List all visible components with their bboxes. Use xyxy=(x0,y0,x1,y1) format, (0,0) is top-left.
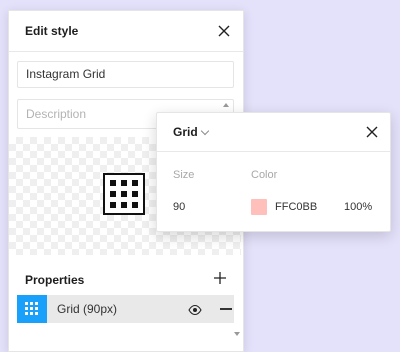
close-popover-button[interactable] xyxy=(364,124,380,140)
close-icon xyxy=(366,126,378,138)
chevron-down-icon[interactable] xyxy=(200,126,210,136)
size-label: Size xyxy=(173,169,195,181)
grid-property-label: Grid (90px) xyxy=(57,302,118,316)
grid-type-dropdown[interactable]: Grid xyxy=(173,125,198,139)
popover-header: Grid xyxy=(157,113,390,152)
eye-icon xyxy=(188,304,202,316)
properties-header: Properties xyxy=(9,263,241,293)
scroll-up-arrow-icon[interactable] xyxy=(223,103,229,107)
toggle-visibility-button[interactable] xyxy=(188,303,202,316)
close-icon xyxy=(218,25,230,37)
panel-title: Edit style xyxy=(25,24,79,38)
color-hex-input[interactable]: FFC0BB xyxy=(275,201,317,213)
grid-swatch-icon[interactable] xyxy=(17,295,47,323)
style-name-input[interactable]: Instagram Grid xyxy=(17,61,234,88)
scroll-down-arrow-icon[interactable] xyxy=(234,332,240,336)
opacity-input[interactable]: 100% xyxy=(344,201,372,213)
size-input[interactable]: 90 xyxy=(173,201,185,213)
properties-label: Properties xyxy=(25,273,85,287)
description-placeholder: Description xyxy=(26,107,87,121)
grid-icon xyxy=(103,173,145,215)
grid-property-row[interactable]: Grid (90px) xyxy=(17,295,234,323)
add-property-button[interactable] xyxy=(213,271,227,285)
color-label: Color xyxy=(251,169,278,181)
grid-settings-popover: Grid Size Color 90 FFC0BB 100% xyxy=(156,112,391,232)
minus-icon[interactable] xyxy=(220,308,232,310)
plus-icon xyxy=(214,272,226,284)
close-panel-button[interactable] xyxy=(216,23,232,39)
color-swatch[interactable] xyxy=(251,199,267,215)
panel-header: Edit style xyxy=(9,11,243,52)
